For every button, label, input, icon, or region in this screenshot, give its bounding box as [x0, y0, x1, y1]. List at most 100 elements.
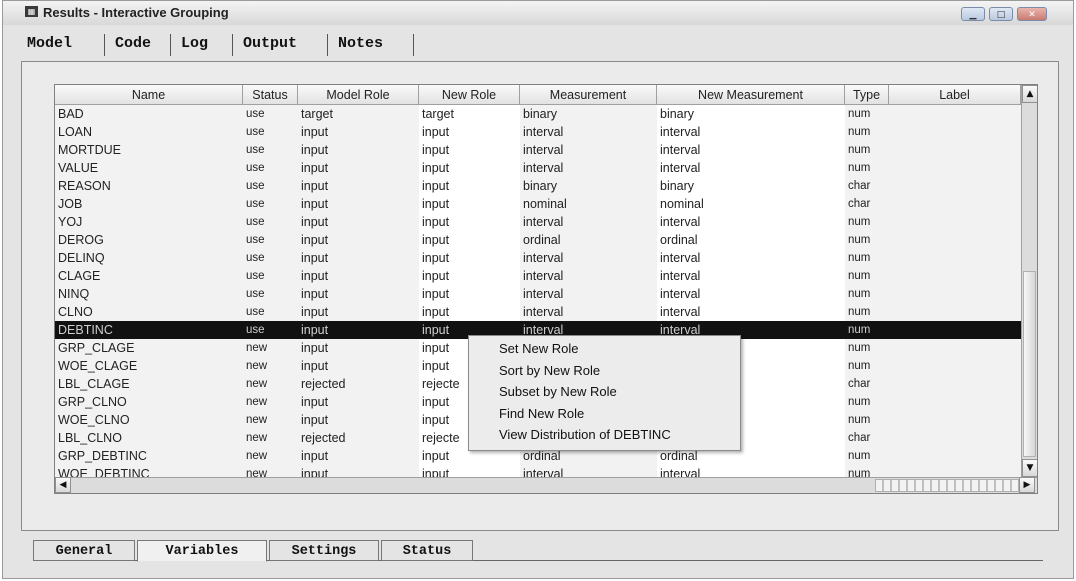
minimize-button[interactable]: ▁ [961, 7, 985, 21]
column-header-status[interactable]: Status [243, 85, 298, 105]
table-row[interactable]: BAD use target target binary binary num [55, 105, 1021, 123]
column-header-new-measurement[interactable]: New Measurement [657, 85, 845, 105]
vertical-scrollbar[interactable]: ▲ ▼ [1021, 85, 1037, 477]
status-cell: new [246, 396, 268, 408]
name-cell: JOB [58, 197, 83, 211]
type-cell: num [845, 321, 889, 339]
tab-separator [413, 34, 414, 56]
column-header-label[interactable]: Label [889, 85, 1021, 105]
new-role-cell[interactable]: input [419, 213, 520, 231]
column-header-model-role[interactable]: Model Role [298, 85, 419, 105]
new-role-cell[interactable]: input [419, 195, 520, 213]
name-cell: MORTDUE [58, 143, 121, 157]
label-cell [889, 123, 1021, 141]
status-cell: use [246, 162, 265, 174]
new-role-cell[interactable]: input [419, 267, 520, 285]
tab-log[interactable]: Log [181, 31, 208, 57]
table-row[interactable]: MORTDUE use input input interval interval num [55, 141, 1021, 159]
table-row[interactable]: JOB use input input nominal nominal char [55, 195, 1021, 213]
type-cell: num [848, 342, 871, 354]
table-row[interactable]: CLNO use input input interval interval num [55, 303, 1021, 321]
new-role-cell[interactable]: input [419, 285, 520, 303]
new-measurement-cell[interactable]: nominal [657, 195, 845, 213]
maximize-button[interactable]: □ [989, 7, 1013, 21]
column-header-new-role[interactable]: New Role [419, 85, 520, 105]
new-measurement-cell[interactable]: binary [657, 177, 845, 195]
new-measurement-cell[interactable]: interval [657, 141, 845, 159]
name-cell: YOJ [58, 215, 83, 229]
new-role-cell[interactable]: input [419, 177, 520, 195]
tab-notes[interactable]: Notes [338, 31, 383, 57]
maximize-icon: □ [996, 10, 1006, 20]
new-role-cell[interactable]: target [419, 105, 520, 123]
status-cell: use [246, 252, 265, 264]
new-role-cell[interactable]: input [419, 159, 520, 177]
table-row[interactable]: YOJ use input input interval interval num [55, 213, 1021, 231]
new-role-cell[interactable]: input [419, 141, 520, 159]
tab-variables[interactable]: Variables [137, 540, 267, 562]
column-header-name[interactable]: Name [55, 85, 243, 105]
model-role-cell: input [301, 341, 329, 355]
type-cell: num [848, 396, 871, 408]
table-row[interactable]: NINQ use input input interval interval num [55, 285, 1021, 303]
new-measurement-cell[interactable]: interval [657, 123, 845, 141]
vertical-scroll-thumb[interactable] [1023, 271, 1036, 457]
tab-general[interactable]: General [33, 540, 135, 561]
menu-item-set-new-role[interactable]: Set New Role [469, 338, 740, 360]
table-row[interactable]: CLAGE use input input interval interval num [55, 267, 1021, 285]
label-cell [889, 159, 1021, 177]
new-measurement-cell[interactable]: interval [657, 267, 845, 285]
scroll-down-button[interactable]: ▼ [1022, 459, 1037, 477]
measurement-cell: interval [523, 287, 564, 301]
new-measurement-cell[interactable]: interval [657, 249, 845, 267]
new-measurement-cell[interactable]: interval [657, 213, 845, 231]
type-cell: num [848, 450, 871, 462]
status-cell: new [246, 360, 268, 372]
scroll-left-button[interactable]: ◀ [55, 477, 71, 493]
tab-output[interactable]: Output [243, 31, 297, 57]
horizontal-scroll-thumb[interactable] [875, 479, 1019, 492]
measurement-cell: interval [523, 161, 564, 175]
measurement-cell: binary [523, 179, 558, 193]
close-button[interactable]: ✕ [1017, 7, 1047, 21]
model-role-cell: input [301, 287, 329, 301]
new-role-cell[interactable]: input [419, 231, 520, 249]
name-cell: LBL_CLNO [58, 431, 122, 445]
model-role-cell: input [301, 143, 329, 157]
model-role-cell: input [301, 161, 329, 175]
table-row[interactable]: REASON use input input binary binary char [55, 177, 1021, 195]
tab-settings[interactable]: Settings [269, 540, 379, 561]
menu-item-subset-by-new-role[interactable]: Subset by New Role [469, 381, 740, 403]
horizontal-scrollbar[interactable]: ◀ ▶ [55, 477, 1037, 493]
scroll-right-button[interactable]: ▶ [1019, 477, 1035, 493]
table-row[interactable]: DEROG use input input ordinal ordinal num [55, 231, 1021, 249]
new-role-cell[interactable]: input [419, 303, 520, 321]
tab-model[interactable]: Model [27, 31, 72, 57]
new-measurement-cell[interactable]: interval [657, 285, 845, 303]
name-cell: WOE_CLNO [58, 413, 130, 427]
status-cell: new [246, 450, 268, 462]
label-cell [889, 105, 1021, 123]
new-measurement-cell[interactable]: ordinal [657, 231, 845, 249]
new-role-cell[interactable]: input [419, 123, 520, 141]
title-bar[interactable]: ▦ Results - Interactive Grouping ▁ □ ✕ [3, 1, 1073, 25]
new-measurement-cell[interactable]: interval [657, 159, 845, 177]
scroll-up-button[interactable]: ▲ [1022, 85, 1037, 103]
table-row[interactable]: LOAN use input input interval interval num [55, 123, 1021, 141]
menu-item-find-new-role[interactable]: Find New Role [469, 403, 740, 425]
type-cell: num [848, 108, 871, 120]
tab-code[interactable]: Code [115, 31, 151, 57]
new-role-cell[interactable]: input [419, 249, 520, 267]
menu-item-view-distribution[interactable]: View Distribution of DEBTINC [469, 424, 740, 446]
type-cell: num [848, 234, 871, 246]
name-cell: NINQ [58, 287, 90, 301]
table-row[interactable]: VALUE use input input interval interval num [55, 159, 1021, 177]
tab-status[interactable]: Status [381, 540, 473, 561]
new-measurement-cell[interactable]: binary [657, 105, 845, 123]
column-header-measurement[interactable]: Measurement [520, 85, 657, 105]
new-measurement-cell[interactable]: interval [657, 303, 845, 321]
type-cell: char [848, 198, 871, 210]
table-row[interactable]: DELINQ use input input interval interval num [55, 249, 1021, 267]
menu-item-sort-by-new-role[interactable]: Sort by New Role [469, 360, 740, 382]
column-header-type[interactable]: Type [845, 85, 889, 105]
